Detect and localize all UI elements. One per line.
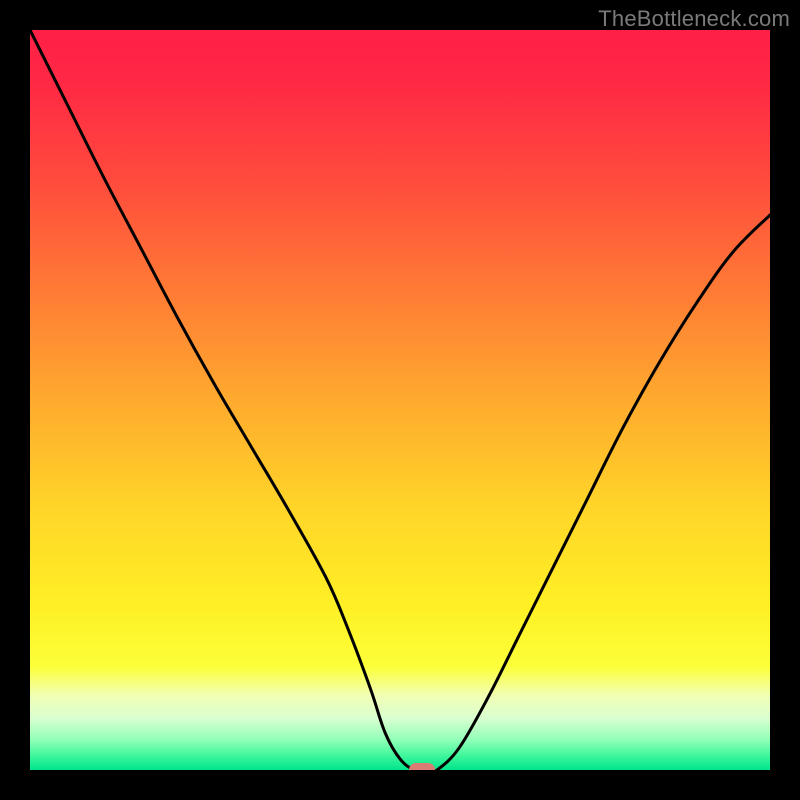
plot-area [30,30,770,770]
watermark-text: TheBottleneck.com [598,6,790,32]
bottleneck-curve [30,30,770,770]
chart-frame: TheBottleneck.com [0,0,800,800]
optimal-marker [409,763,435,770]
